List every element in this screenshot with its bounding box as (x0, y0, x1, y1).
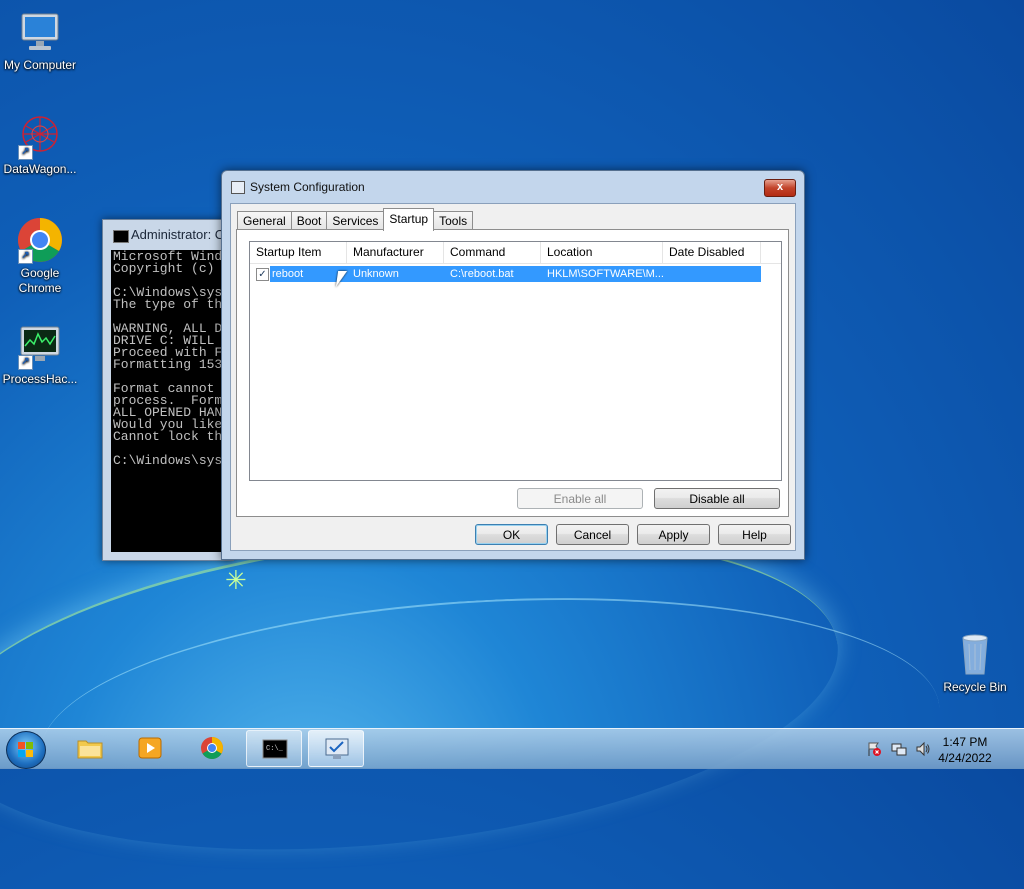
computer-icon (16, 8, 64, 56)
volume-icon[interactable] (915, 741, 931, 757)
desktop-icon-my-computer[interactable]: My Computer (0, 8, 80, 73)
dialog-title: System Configuration (250, 180, 365, 194)
desktop-icon-label: Google Chrome (18, 266, 62, 295)
taskbar-explorer[interactable] (62, 730, 118, 767)
column-command[interactable]: Command (444, 242, 541, 263)
startup-item-checkbox[interactable]: ✓ (256, 268, 269, 281)
table-row[interactable]: ✓ reboot Unknown C:\reboot.bat HKLM\SOFT… (254, 266, 761, 282)
tab-strip: General Boot Services Startup Tools (237, 208, 474, 231)
desktop-icon-label: Recycle Bin (943, 680, 1007, 694)
taskbar-media-player[interactable] (122, 730, 178, 767)
disable-all-button[interactable]: Disable all (654, 488, 780, 509)
cmd-title-bar[interactable]: Administrator: C (103, 220, 233, 250)
msconfig-icon (231, 181, 245, 194)
chrome-icon: ↗ (16, 216, 64, 264)
close-button[interactable]: x (764, 179, 796, 197)
datawagon-icon: ↗ (16, 112, 64, 160)
tab-boot[interactable]: Boot (290, 211, 328, 230)
tab-startup[interactable]: Startup (383, 208, 435, 231)
action-center-flag-icon[interactable] (866, 741, 882, 757)
cell-location: HKLM\SOFTWARE\M... (547, 268, 664, 280)
shortcut-arrow-icon: ↗ (18, 249, 33, 264)
taskbar-cmd[interactable]: C:\_ (246, 730, 302, 767)
svg-text:C:\_: C:\_ (266, 745, 284, 753)
help-button[interactable]: Help (718, 524, 791, 545)
windows-logo-icon (18, 742, 34, 758)
network-icon[interactable] (891, 741, 907, 757)
processhacker-icon: ↗ (16, 322, 64, 370)
wallpaper-sparkle: ✳ (225, 565, 247, 595)
column-location[interactable]: Location (541, 242, 663, 263)
enable-all-button[interactable]: Enable all (517, 488, 643, 509)
apply-button[interactable]: Apply (637, 524, 710, 545)
column-startup-item[interactable]: Startup Item (250, 242, 347, 263)
desktop-icon-datawagon[interactable]: ↗ DataWagon... (0, 112, 80, 177)
cell-command: C:\reboot.bat (450, 268, 514, 280)
media-player-icon (137, 736, 163, 760)
tab-general[interactable]: General (237, 211, 292, 230)
recycle-bin-icon (951, 630, 999, 678)
dialog-body: General Boot Services Startup Tools Star… (230, 203, 796, 551)
desktop-icon-google-chrome[interactable]: ↗ Google Chrome (0, 216, 80, 296)
ok-button[interactable]: OK (475, 524, 548, 545)
clock-date: 4/24/2022 (938, 751, 992, 765)
cmd-output[interactable]: Microsoft Wind Copyright (c) C:\Windows\… (111, 250, 233, 552)
desktop-icon-recycle-bin[interactable]: Recycle Bin (935, 630, 1015, 695)
system-configuration-dialog[interactable]: System Configuration x General Boot Serv… (221, 170, 805, 560)
folder-icon (77, 736, 103, 760)
cmd-window[interactable]: Administrator: C Microsoft Wind Copyrigh… (102, 219, 234, 561)
column-date-disabled[interactable]: Date Disabled (663, 242, 761, 263)
dialog-title-bar[interactable]: System Configuration x (222, 171, 804, 203)
desktop-icon-label: DataWagon... (3, 162, 77, 176)
cmd-icon (113, 230, 129, 243)
shortcut-arrow-icon: ↗ (18, 355, 33, 370)
clock-time: 1:47 PM (942, 735, 988, 749)
startup-items-list[interactable]: Startup Item Manufacturer Command Locati… (249, 241, 782, 481)
chrome-icon (199, 736, 225, 760)
msconfig-icon (324, 737, 350, 761)
taskbar: C:\_ 1:47 PM 4/24/2022 (0, 728, 1024, 769)
cell-date-disabled (669, 266, 759, 282)
taskbar-chrome[interactable] (184, 730, 240, 767)
desktop-icon-label: My Computer (3, 58, 77, 72)
tab-tools[interactable]: Tools (433, 211, 474, 230)
start-button[interactable] (6, 731, 46, 769)
taskbar-system-configuration[interactable] (308, 730, 364, 767)
desktop-icon-processhacker[interactable]: ↗ ProcessHac... (0, 322, 80, 387)
shortcut-arrow-icon: ↗ (18, 145, 33, 160)
cmd-icon: C:\_ (262, 737, 288, 761)
desktop-icon-label: ProcessHac... (2, 372, 78, 386)
startup-panel: Startup Item Manufacturer Command Locati… (236, 229, 789, 517)
taskbar-clock[interactable]: 1:47 PM 4/24/2022 (930, 734, 1000, 766)
cell-startup-item: reboot (272, 268, 304, 280)
column-manufacturer[interactable]: Manufacturer (347, 242, 444, 263)
tab-services[interactable]: Services (326, 211, 385, 230)
cell-manufacturer: Unknown (353, 268, 399, 280)
cmd-title: Administrator: C (131, 227, 225, 242)
list-header: Startup Item Manufacturer Command Locati… (250, 242, 781, 264)
cancel-button[interactable]: Cancel (556, 524, 629, 545)
